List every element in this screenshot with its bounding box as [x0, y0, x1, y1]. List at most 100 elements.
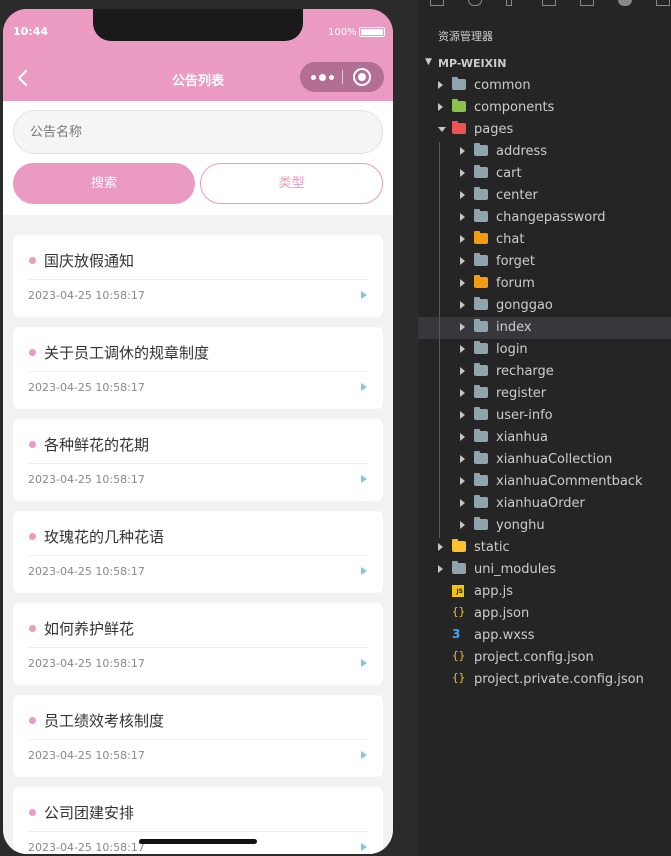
- folder-grey-icon: [474, 451, 488, 464]
- notice-card[interactable]: 关于员工调休的规章制度 2023-04-25 10:58:17: [13, 327, 383, 409]
- folder-red-icon: [452, 121, 466, 134]
- notice-title: 国庆放假通知: [44, 252, 135, 270]
- status-time: 10:44: [13, 25, 49, 38]
- notice-name-search-input[interactable]: [13, 110, 383, 154]
- tree-item-label: login: [496, 342, 528, 357]
- tree-folder-item[interactable]: yonghu: [418, 515, 671, 537]
- chevron-right-icon[interactable]: [460, 191, 465, 199]
- tree-file-item[interactable]: 3 app.wxss: [418, 625, 671, 647]
- tree-folder-item[interactable]: xianhua: [418, 427, 671, 449]
- tree-folder-item[interactable]: chat: [418, 229, 671, 251]
- chevron-right-icon[interactable]: [460, 521, 465, 529]
- chevron-right-icon[interactable]: [460, 411, 465, 419]
- chevron-right-icon[interactable]: [460, 279, 465, 287]
- tree-item-label: center: [496, 188, 538, 203]
- chevron-right-icon[interactable]: [438, 543, 443, 551]
- tree-folder-item[interactable]: static: [418, 537, 671, 559]
- tree-folder-item[interactable]: components: [418, 97, 671, 119]
- phone-simulator: 10:44 100% 公告列表 搜索 类型 国庆放假通知 2023-04-25 …: [3, 9, 393, 854]
- capsule-divider: [342, 70, 343, 84]
- mini-program-capsule: [300, 62, 384, 92]
- notice-card[interactable]: 玫瑰花的几种花语 2023-04-25 10:58:17: [13, 511, 383, 593]
- tree-folder-item[interactable]: user-info: [418, 405, 671, 427]
- chevron-right-icon[interactable]: [460, 367, 465, 375]
- notice-card[interactable]: 国庆放假通知 2023-04-25 10:58:17: [13, 235, 383, 317]
- chevron-right-icon[interactable]: [438, 565, 443, 573]
- chevron-right-icon[interactable]: [460, 213, 465, 221]
- tree-folder-item[interactable]: common: [418, 75, 671, 97]
- tree-file-item[interactable]: {} project.config.json: [418, 647, 671, 669]
- chevron-right-icon[interactable]: [460, 455, 465, 463]
- tree-folder-item[interactable]: forum: [418, 273, 671, 295]
- tree-item-label: project.private.config.json: [474, 672, 644, 687]
- chevron-right-icon[interactable]: [460, 147, 465, 155]
- tree-folder-item[interactable]: changepassword: [418, 207, 671, 229]
- json-file-icon: {}: [452, 649, 466, 662]
- bullet-dot-icon: [29, 441, 36, 448]
- tree-file-item[interactable]: {} project.private.config.json: [418, 669, 671, 691]
- notice-date: 2023-04-25 10:58:17: [28, 657, 145, 670]
- chevron-right-icon[interactable]: [460, 389, 465, 397]
- chevron-right-icon[interactable]: [460, 499, 465, 507]
- chevron-right-icon[interactable]: [460, 477, 465, 485]
- folder-grey-icon: [474, 429, 488, 442]
- tree-folder-item[interactable]: pages: [418, 119, 671, 141]
- notice-title: 如何养护鲜花: [44, 620, 135, 638]
- files-icon[interactable]: [430, 0, 444, 6]
- tree-folder-item[interactable]: recharge: [418, 361, 671, 383]
- tree-folder-item[interactable]: forget: [418, 251, 671, 273]
- chevron-right-icon[interactable]: [460, 345, 465, 353]
- tree-folder-item[interactable]: xianhuaCommentback: [418, 471, 671, 493]
- tree-folder-item[interactable]: register: [418, 383, 671, 405]
- tree-item-label: project.config.json: [474, 650, 594, 665]
- tree-item-label: index: [496, 320, 532, 335]
- debug-icon[interactable]: [580, 0, 594, 6]
- tree-item-label: app.wxss: [474, 628, 535, 643]
- chevron-right-icon[interactable]: [460, 323, 465, 331]
- tree-file-item[interactable]: {} app.json: [418, 603, 671, 625]
- folder-grey-icon: [474, 143, 488, 156]
- activity-bar: [418, 0, 671, 12]
- notice-date: 2023-04-25 10:58:17: [28, 473, 145, 486]
- tree-folder-item[interactable]: address: [418, 141, 671, 163]
- settings-icon[interactable]: [656, 0, 670, 6]
- chevron-right-icon[interactable]: [460, 301, 465, 309]
- close-circle-icon[interactable]: [353, 68, 371, 86]
- tree-folder-item[interactable]: login: [418, 339, 671, 361]
- chevron-down-icon[interactable]: [438, 127, 446, 132]
- chevron-right-icon[interactable]: [438, 103, 443, 111]
- tree-item-label: gonggao: [496, 298, 553, 313]
- project-section-header[interactable]: ▼ MP-WEIXIN: [418, 53, 671, 75]
- more-dots-icon[interactable]: [308, 69, 336, 85]
- account-icon[interactable]: [618, 0, 632, 6]
- notice-card[interactable]: 各种鲜花的花期 2023-04-25 10:58:17: [13, 419, 383, 501]
- source-control-icon[interactable]: [506, 0, 512, 6]
- tree-folder-item[interactable]: center: [418, 185, 671, 207]
- arrow-right-icon: [361, 383, 367, 391]
- chevron-right-icon[interactable]: [460, 235, 465, 243]
- notice-card[interactable]: 如何养护鲜花 2023-04-25 10:58:17: [13, 603, 383, 685]
- tree-folder-item[interactable]: index: [418, 317, 671, 339]
- tree-item-label: xianhua: [496, 430, 548, 445]
- tree-item-label: recharge: [496, 364, 554, 379]
- search-icon[interactable]: [468, 0, 482, 6]
- search-button[interactable]: 搜索: [13, 163, 195, 204]
- chevron-right-icon[interactable]: [460, 169, 465, 177]
- notice-card[interactable]: 员工绩效考核制度 2023-04-25 10:58:17: [13, 695, 383, 777]
- tree-folder-item[interactable]: gonggao: [418, 295, 671, 317]
- type-button[interactable]: 类型: [200, 163, 383, 204]
- tree-item-label: pages: [474, 122, 514, 137]
- tree-item-label: app.json: [474, 606, 530, 621]
- tree-folder-item[interactable]: cart: [418, 163, 671, 185]
- tree-file-item[interactable]: JS app.js: [418, 581, 671, 603]
- tree-folder-item[interactable]: uni_modules: [418, 559, 671, 581]
- chevron-right-icon[interactable]: [438, 81, 443, 89]
- tree-folder-item[interactable]: xianhuaCollection: [418, 449, 671, 471]
- chevron-right-icon[interactable]: [460, 257, 465, 265]
- folder-grey-icon: [474, 165, 488, 178]
- tree-folder-item[interactable]: xianhuaOrder: [418, 493, 671, 515]
- extensions-icon[interactable]: [542, 0, 556, 6]
- tree-item-label: common: [474, 78, 531, 93]
- chevron-right-icon[interactable]: [460, 433, 465, 441]
- notice-title: 玫瑰花的几种花语: [44, 528, 165, 546]
